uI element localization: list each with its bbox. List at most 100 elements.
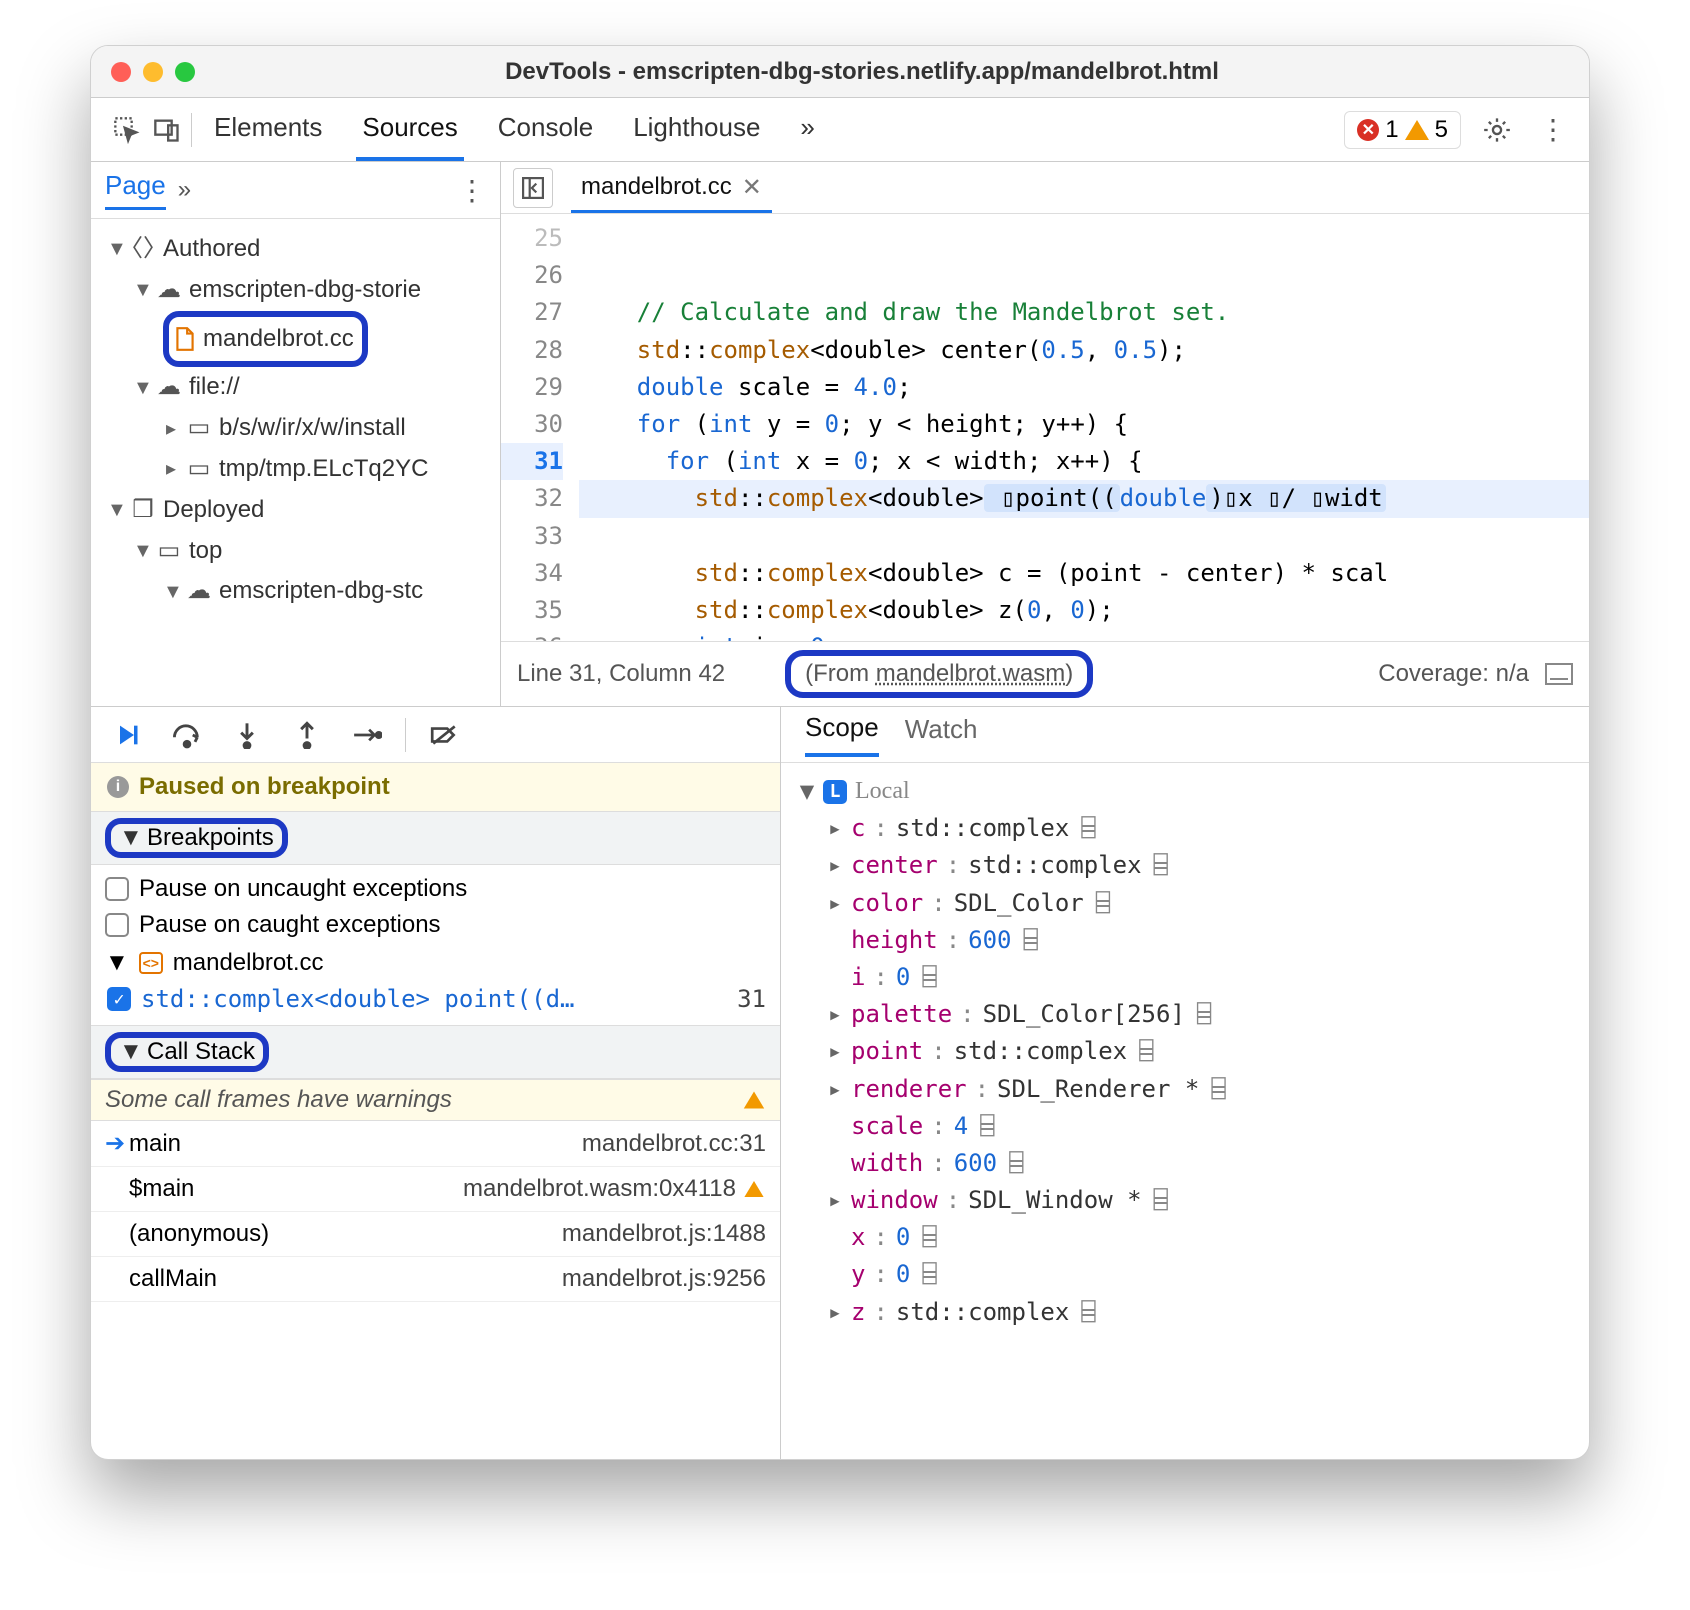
scope-var[interactable]: ▸center: std::complex⌸ <box>827 847 1571 884</box>
callstack-frame[interactable]: (anonymous)mandelbrot.js:1488 <box>91 1212 780 1257</box>
resume-button[interactable] <box>101 713 153 757</box>
step-over-button[interactable] <box>161 713 213 757</box>
tree-deployed-host[interactable]: ▼☁︎emscripten-dbg-stc <box>107 571 494 612</box>
scope-local-header[interactable]: ▼LLocal <box>799 773 1571 810</box>
memory-icon[interactable]: ⌸ <box>922 1256 936 1293</box>
scope-var[interactable]: ▸z: std::complex⌸ <box>827 1294 1571 1331</box>
minimize-window-button[interactable] <box>143 62 163 82</box>
memory-icon[interactable]: ⌸ <box>1009 1145 1023 1182</box>
expand-icon[interactable]: ▸ <box>827 1182 843 1219</box>
tree-file-proto[interactable]: ▼☁︎file:// <box>107 367 494 408</box>
editor-tab-mandelbrot-cc[interactable]: mandelbrot.cc ✕ <box>571 163 772 213</box>
var-name: window <box>851 1182 938 1219</box>
settings-icon[interactable] <box>1477 110 1517 150</box>
checkbox-checked-icon[interactable]: ✓ <box>107 987 131 1011</box>
scope-var[interactable]: width: 600⌸ <box>827 1145 1571 1182</box>
tree-top[interactable]: ▼▭top <box>107 531 494 572</box>
scope-var[interactable]: ▸color: SDL_Color⌸ <box>827 885 1571 922</box>
code-area[interactable]: 25 26 27 28 29 30 31 32 33 34 35 36 37 /… <box>501 214 1589 641</box>
tab-sources[interactable]: Sources <box>356 98 463 161</box>
memory-icon[interactable]: ⌸ <box>922 1219 936 1256</box>
warning-icon <box>744 1181 763 1197</box>
more-tabs-button[interactable]: » <box>794 98 820 161</box>
scope-var[interactable]: height: 600⌸ <box>827 922 1571 959</box>
scope-var[interactable]: x: 0⌸ <box>827 1219 1571 1256</box>
scope-var[interactable]: ▸renderer: SDL_Renderer *⌸ <box>827 1071 1571 1108</box>
zoom-window-button[interactable] <box>175 62 195 82</box>
tree-authored[interactable]: ▼〈〉Authored <box>107 229 494 270</box>
scope-var[interactable]: ▸window: SDL_Window *⌸ <box>827 1182 1571 1219</box>
cursor-position: Line 31, Column 42 <box>517 660 725 688</box>
step-button[interactable] <box>341 713 393 757</box>
paused-label: Paused on breakpoint <box>139 773 390 801</box>
callstack-frame[interactable]: callMainmandelbrot.js:9256 <box>91 1257 780 1302</box>
coverage-status: Coverage: n/a <box>1378 660 1529 688</box>
scope-var[interactable]: i: 0⌸ <box>827 959 1571 996</box>
pause-caught-row[interactable]: Pause on caught exceptions <box>105 907 766 943</box>
paused-banner: i Paused on breakpoint <box>91 763 780 811</box>
tree-deployed[interactable]: ▼❒Deployed <box>107 490 494 531</box>
deactivate-breakpoints-button[interactable] <box>418 713 470 757</box>
breakpoints-header[interactable]: ▼Breakpoints <box>91 811 780 865</box>
callstack-header[interactable]: ▼Call Stack <box>91 1025 780 1079</box>
close-tab-icon[interactable]: ✕ <box>742 173 762 202</box>
scope-var[interactable]: ▸point: std::complex⌸ <box>827 1033 1571 1070</box>
expand-icon[interactable]: ▸ <box>827 1033 843 1070</box>
var-name: y <box>851 1256 865 1293</box>
kebab-menu-icon[interactable]: ⋮ <box>1533 110 1573 150</box>
step-into-button[interactable] <box>221 713 273 757</box>
tab-lighthouse[interactable]: Lighthouse <box>627 98 766 161</box>
breakpoint-entry[interactable]: ✓std::complex<double> point((d…31 <box>105 983 766 1019</box>
toggle-navigator-icon[interactable] <box>513 168 553 208</box>
var-name: z <box>851 1294 865 1331</box>
expand-icon[interactable]: ▸ <box>827 810 843 847</box>
inspect-element-icon[interactable] <box>107 110 147 150</box>
callstack-frame[interactable]: ➔mainmandelbrot.cc:31 <box>91 1121 780 1167</box>
memory-icon[interactable]: ⌸ <box>1081 1294 1095 1331</box>
memory-icon[interactable]: ⌸ <box>980 1108 994 1145</box>
scope-var[interactable]: ▸palette: SDL_Color[256]⌸ <box>827 996 1571 1033</box>
expand-icon[interactable]: ▸ <box>827 1294 843 1331</box>
close-window-button[interactable] <box>111 62 131 82</box>
navigator-tab-page[interactable]: Page <box>105 170 166 210</box>
expand-icon[interactable]: ▸ <box>827 847 843 884</box>
tab-console[interactable]: Console <box>492 98 599 161</box>
var-name: palette <box>851 996 952 1033</box>
memory-icon[interactable]: ⌸ <box>1197 996 1211 1033</box>
source-origin[interactable]: (From mandelbrot.wasm) <box>785 650 1093 698</box>
memory-icon[interactable]: ⌸ <box>1081 810 1095 847</box>
memory-icon[interactable]: ⌸ <box>1211 1071 1225 1108</box>
tab-scope[interactable]: Scope <box>805 712 879 757</box>
expand-icon[interactable]: ▸ <box>827 885 843 922</box>
tree-file-mandelbrot-cc[interactable]: mandelbrot.cc <box>107 311 494 368</box>
device-toolbar-icon[interactable] <box>147 110 187 150</box>
issues-badge[interactable]: ✕ 1 5 <box>1344 111 1461 149</box>
window-controls <box>91 62 195 82</box>
memory-icon[interactable]: ⌸ <box>1096 885 1110 922</box>
memory-icon[interactable]: ⌸ <box>1139 1033 1153 1070</box>
scope-var[interactable]: y: 0⌸ <box>827 1256 1571 1293</box>
tree-folder-1[interactable]: ▸▭b/s/w/ir/x/w/install <box>107 408 494 449</box>
breakpoint-file[interactable]: ▼<>mandelbrot.cc <box>105 943 766 983</box>
scope-var[interactable]: scale: 4⌸ <box>827 1108 1571 1145</box>
tab-elements[interactable]: Elements <box>208 98 328 161</box>
pause-uncaught-row[interactable]: Pause on uncaught exceptions <box>105 871 766 907</box>
navigator-menu-icon[interactable]: ⋮ <box>458 174 486 207</box>
step-out-button[interactable] <box>281 713 333 757</box>
tree-folder-2[interactable]: ▸▭tmp/tmp.ELcTq2YC <box>107 449 494 490</box>
checkbox-icon[interactable] <box>105 913 129 937</box>
memory-icon[interactable]: ⌸ <box>1154 1182 1168 1219</box>
toggle-bottom-pane-icon[interactable] <box>1545 663 1573 685</box>
more-navigator-tabs[interactable]: » <box>178 176 191 204</box>
expand-icon[interactable]: ▸ <box>827 996 843 1033</box>
expand-icon[interactable]: ▸ <box>827 1071 843 1108</box>
tree-authored-host[interactable]: ▼☁︎emscripten-dbg-storie <box>107 270 494 311</box>
scope-var[interactable]: ▸c: std::complex⌸ <box>827 810 1571 847</box>
memory-icon[interactable]: ⌸ <box>1024 922 1038 959</box>
memory-icon[interactable]: ⌸ <box>922 959 936 996</box>
memory-icon[interactable]: ⌸ <box>1154 847 1168 884</box>
var-name: color <box>851 885 923 922</box>
callstack-frame[interactable]: $mainmandelbrot.wasm:0x4118 <box>91 1167 780 1212</box>
tab-watch[interactable]: Watch <box>905 714 978 755</box>
checkbox-icon[interactable] <box>105 877 129 901</box>
